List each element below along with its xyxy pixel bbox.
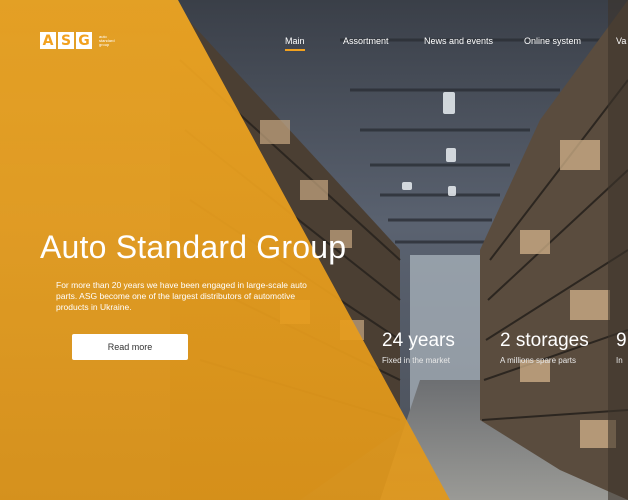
stat-partial: 9 In [616,330,627,365]
main-nav: Main Assortment News and events Online s… [0,36,628,56]
nav-item-news-and-events[interactable]: News and events [424,36,493,46]
hero-title: Auto Standard Group [40,229,347,265]
nav-item-main[interactable]: Main [285,36,305,51]
nav-item-online-system[interactable]: Online system [524,36,581,46]
stat-label: A millions spare parts [500,356,577,365]
stat-label: Fixed in the market [382,356,451,365]
stat-label: In [616,356,623,365]
nav-item-assortment[interactable]: Assortment [343,36,389,46]
nav-item-va[interactable]: Va [616,36,626,46]
hero-description: For more than 20 years we have been enga… [56,280,307,312]
stat-storages: 2 storages A millions spare parts [500,330,589,365]
stat-years: 24 years Fixed in the market [382,330,455,365]
read-more-button[interactable]: Read more [72,334,188,360]
stat-value: 2 storages [500,330,589,351]
hero-section: A S G auto standard group Main Assortmen… [0,0,628,500]
stat-value: 9 [616,330,627,351]
stat-value: 24 years [382,330,455,351]
